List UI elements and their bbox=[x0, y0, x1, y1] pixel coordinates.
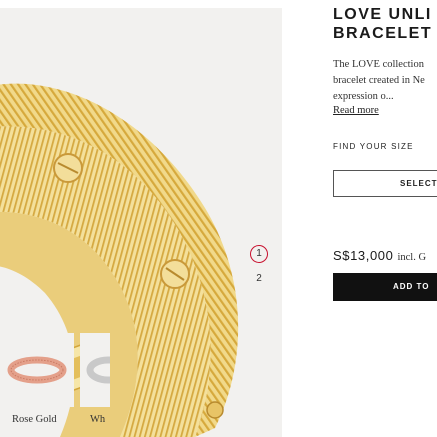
price: S$13,000 incl. G bbox=[333, 248, 426, 263]
screw-icon bbox=[160, 259, 190, 289]
tax-note: incl. G bbox=[397, 252, 427, 263]
variant-label-white-gold: Wh bbox=[90, 414, 106, 425]
description-line: bracelet created in Ne bbox=[333, 75, 425, 86]
find-size-label: FIND YOUR SIZE bbox=[333, 142, 414, 151]
variant-label-rose-gold: Rose Gold bbox=[12, 414, 57, 425]
carousel-indicator-2[interactable]: 2 bbox=[250, 270, 268, 288]
size-select-button[interactable]: SELECT bbox=[333, 170, 437, 197]
rose-gold-bracelet-icon bbox=[7, 356, 67, 384]
product-details: LOVE UNLI BRACELET The LOVE collection b… bbox=[333, 0, 437, 437]
variant-swatch-white-gold[interactable] bbox=[80, 333, 110, 407]
title-line-2: BRACELET bbox=[333, 25, 433, 42]
description-line: The LOVE collection bbox=[333, 59, 424, 70]
product-title: LOVE UNLI BRACELET bbox=[333, 5, 437, 43]
read-more-link[interactable]: Read more bbox=[333, 105, 379, 116]
description-line: expression o... bbox=[333, 91, 394, 102]
add-to-bag-button[interactable]: ADD TO bbox=[333, 273, 437, 301]
title-line-1: LOVE UNLI bbox=[333, 6, 432, 23]
price-value: S$13,000 bbox=[333, 248, 394, 263]
variant-swatch-rose-gold[interactable] bbox=[0, 333, 74, 407]
product-description: The LOVE collection bracelet created in … bbox=[333, 57, 437, 105]
screw-icon bbox=[206, 401, 224, 419]
screw-icon bbox=[53, 153, 83, 183]
white-gold-bracelet-icon bbox=[86, 356, 110, 384]
carousel-indicator-1[interactable]: 1 bbox=[250, 245, 268, 263]
